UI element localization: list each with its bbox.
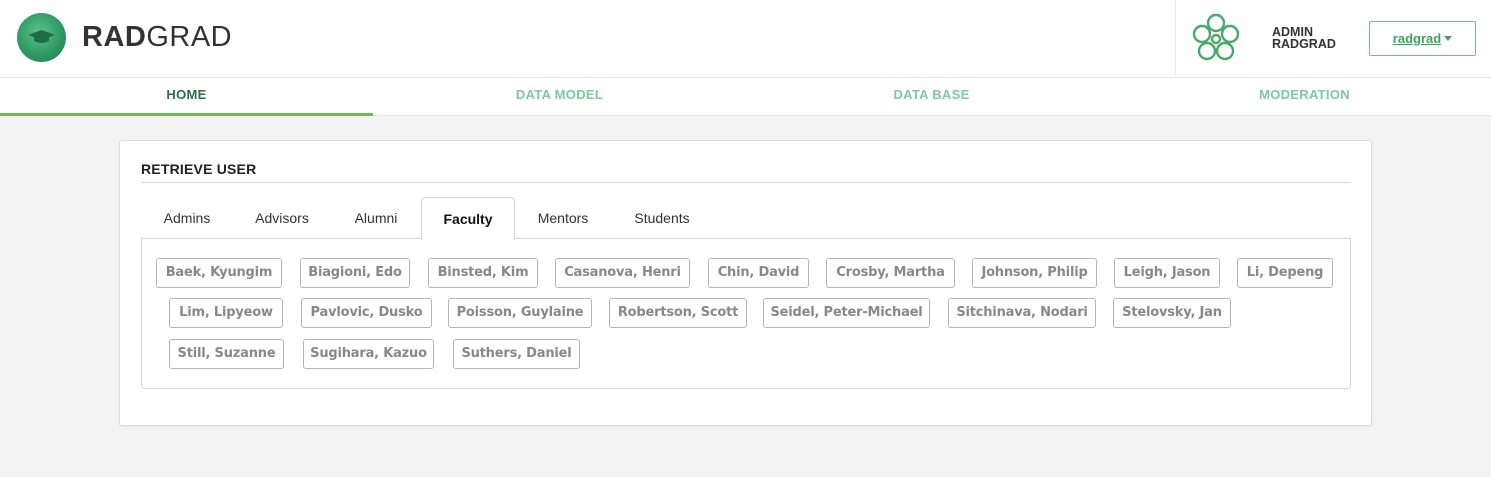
user-menu-label: radgrad [1392,31,1442,46]
nav-data-model[interactable]: DATA MODEL [373,78,746,116]
user-button[interactable]: Sitchinava, Nodari [948,298,1096,328]
nav-data-base[interactable]: DATA BASE [745,78,1118,116]
user-button[interactable]: Biagioni, Edo [300,258,410,288]
radgrad-flower-icon [1192,13,1240,61]
retrieve-user-card: RETRIEVE USER Admins Advisors Alumni Fac… [119,140,1372,426]
card-title: RETRIEVE USER [141,161,257,177]
tab-admins[interactable]: Admins [141,197,233,239]
user-button[interactable]: Li, Depeng [1237,258,1333,288]
main-nav: HOME DATA MODEL DATA BASE MODERATION [0,78,1491,116]
admin-name: ADMIN RADGRAD [1272,26,1336,51]
nav-home[interactable]: HOME [0,78,373,116]
tab-advisors[interactable]: Advisors [233,197,331,239]
user-button[interactable]: Still, Suzanne [169,339,284,369]
admin-name-line2: RADGRAD [1272,37,1336,51]
user-button[interactable]: Crosby, Martha [826,258,955,288]
header-divider [1175,0,1176,78]
user-button[interactable]: Stelovsky, Jan [1113,298,1231,328]
user-button[interactable]: Seidel, Peter-Michael [763,298,930,328]
user-button[interactable]: Sugihara, Kazuo [303,339,434,369]
user-menu-button[interactable]: radgrad [1369,21,1476,56]
tab-students[interactable]: Students [611,197,713,239]
user-role-tabs: Admins Advisors Alumni Faculty Mentors S… [141,197,1351,240]
faculty-user-panel: Baek, Kyungim Biagioni, Edo Binsted, Kim… [141,238,1351,389]
brand-name[interactable]: RADGRAD [82,20,232,54]
user-button[interactable]: Johnson, Philip [972,258,1097,288]
tab-alumni[interactable]: Alumni [331,197,421,239]
brand-light: GRAD [146,21,233,53]
tab-mentors[interactable]: Mentors [515,197,611,239]
graduation-cap-logo[interactable] [17,13,66,62]
user-button[interactable]: Poisson, Guylaine [448,298,592,328]
tab-faculty[interactable]: Faculty [421,197,515,240]
top-header: RADGRAD ADMIN RADGRAD radgrad [0,0,1491,78]
user-button[interactable]: Chin, David [708,258,809,288]
brand-bold: RAD [82,21,147,53]
nav-moderation[interactable]: MODERATION [1118,78,1491,116]
user-button[interactable]: Binsted, Kim [428,258,538,288]
user-button[interactable]: Casanova, Henri [555,258,690,288]
caret-down-icon [1444,36,1453,41]
card-divider [141,182,1351,183]
user-button[interactable]: Lim, Lipyeow [169,298,283,328]
user-button[interactable]: Pavlovic, Dusko [301,298,432,328]
user-button[interactable]: Robertson, Scott [609,298,747,328]
graduation-cap-icon [28,30,55,43]
user-button[interactable]: Baek, Kyungim [156,258,282,288]
user-button[interactable]: Leigh, Jason [1114,258,1220,288]
user-button[interactable]: Suthers, Daniel [453,339,580,369]
